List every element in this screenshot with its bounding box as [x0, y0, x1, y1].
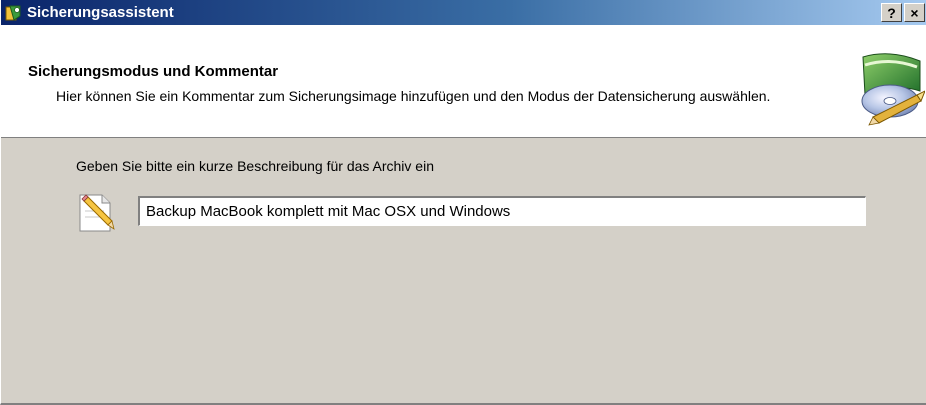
wizard-header: Sicherungsmodus und Kommentar Hier könne…: [1, 25, 926, 138]
description-prompt: Geben Sie bitte ein kurze Beschreibung f…: [76, 158, 434, 174]
close-button[interactable]: ×: [904, 3, 925, 22]
app-icon: [5, 4, 23, 22]
title-bar[interactable]: Sicherungsassistent ? ×: [1, 0, 926, 25]
page-description: Hier können Sie ein Kommentar zum Sicher…: [56, 88, 771, 104]
backup-disk-icon: [835, 47, 926, 127]
archive-description-input[interactable]: [137, 195, 867, 227]
page-title: Sicherungsmodus und Kommentar: [28, 63, 279, 80]
window-title: Sicherungsassistent: [27, 4, 174, 21]
title-bar-buttons: ? ×: [881, 3, 925, 22]
help-button[interactable]: ?: [881, 3, 902, 22]
wizard-dialog: Sicherungsassistent ? × Sicherungsmodus …: [0, 0, 926, 405]
pencil-note-icon: [76, 191, 118, 233]
